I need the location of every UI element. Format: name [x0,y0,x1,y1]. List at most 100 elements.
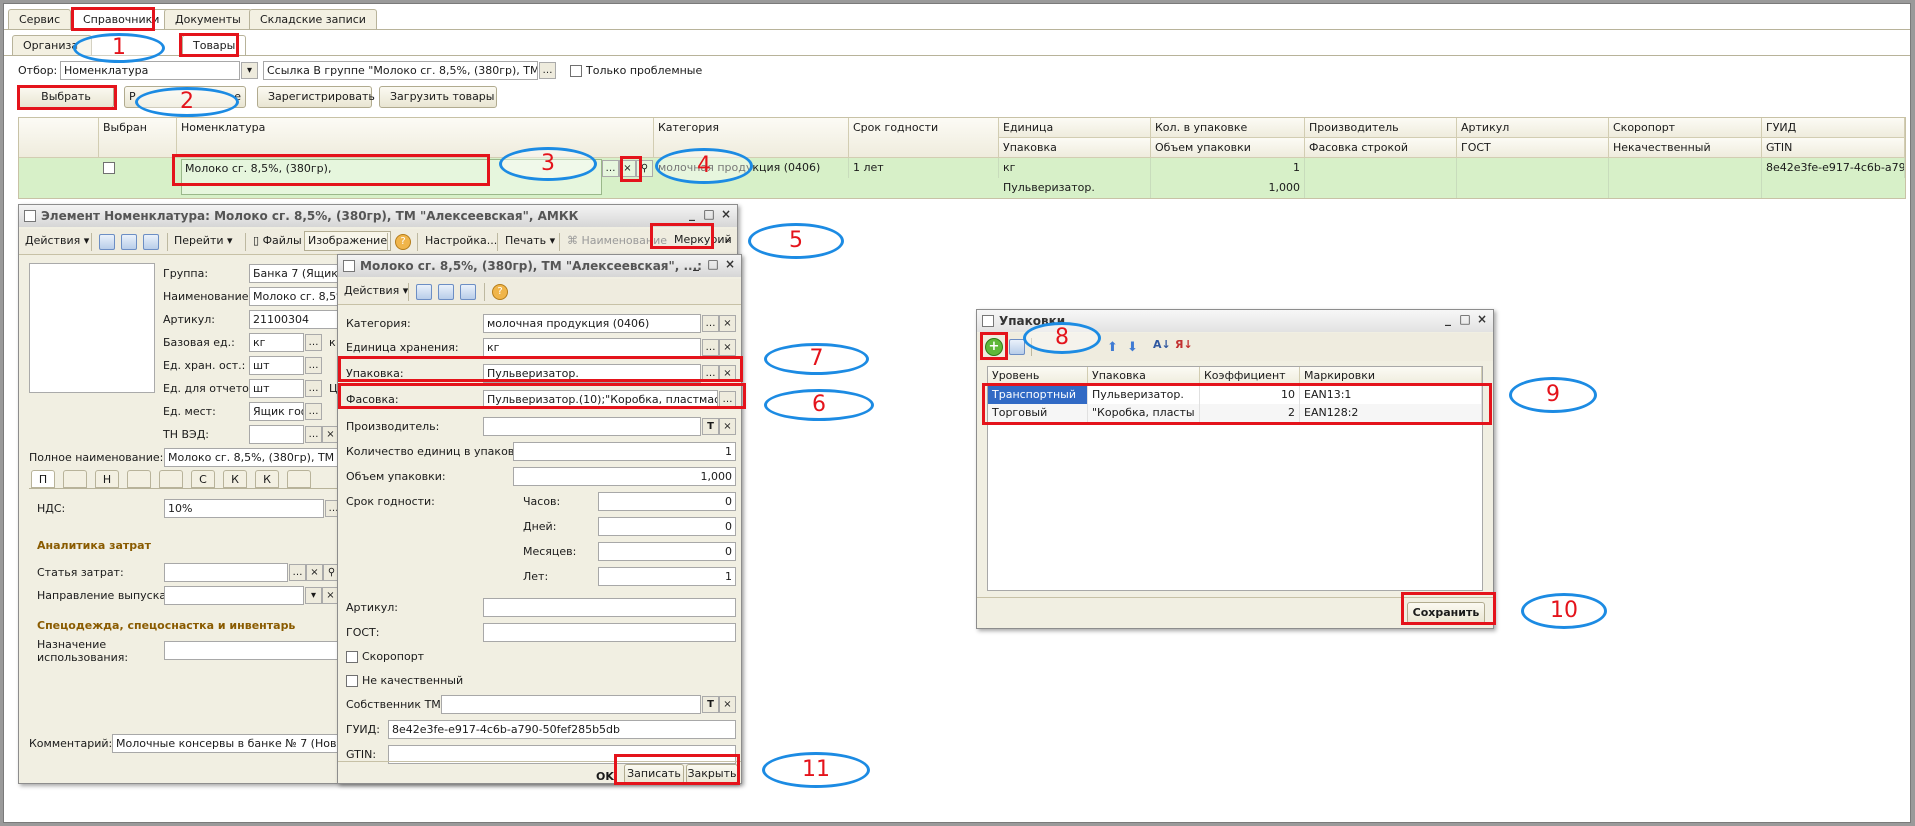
minimize-icon[interactable]: _ [685,208,699,222]
place-unit-field[interactable]: Ящик гоф [249,402,304,421]
qty-in-pack-field[interactable]: 1 [513,442,736,461]
arrow-down-icon[interactable]: ⬇ [1127,340,1138,355]
files-button[interactable]: ▯ Файлы [253,229,302,253]
save-icon[interactable] [416,284,432,300]
full-name-field[interactable]: Молоко сг. 8,5%, (380гр), ТМ "А [164,448,349,467]
tab-4[interactable] [127,470,151,488]
load-goods-button[interactable]: Загрузить товары [379,86,497,108]
arrow-up-icon[interactable]: ⬆ [1107,340,1118,355]
gost-field[interactable] [483,623,736,642]
sort-desc-icon[interactable]: Я↓ [1175,338,1193,351]
chevron-down-icon[interactable]: ▾ [305,587,322,604]
article-field[interactable] [483,598,736,617]
ok-button[interactable]: OK [596,770,614,783]
producer-field[interactable] [483,417,701,436]
ellipsis-icon[interactable]: … [702,315,719,332]
tab-5[interactable] [159,470,183,488]
tab-p[interactable]: П [31,470,55,488]
register-button[interactable]: Зарегистрировать [257,86,375,108]
guid-field[interactable]: 8e42e3fe-e917-4c6b-a790-50fef285b5db [388,720,736,739]
ellipsis-icon[interactable]: … [305,403,322,420]
release-dir-field[interactable] [164,586,304,605]
maximize-icon[interactable]: □ [702,208,716,222]
tab-documents[interactable]: Документы [164,9,252,29]
filter-type-select[interactable]: Номенклатура [60,61,240,80]
tab-warehouse-records[interactable]: Складские записи [249,9,377,29]
clear-icon[interactable]: × [719,418,736,435]
copy-icon[interactable] [460,284,476,300]
ellipsis-icon[interactable]: … [289,564,306,581]
months-field[interactable]: 0 [598,542,736,561]
tab-k1[interactable]: К [223,470,247,488]
image-preview[interactable] [29,263,155,393]
base-unit-field[interactable]: кг [249,333,304,352]
settings-button[interactable]: Настройка... [425,229,497,253]
comment-field[interactable]: Молочные консервы в банке № 7 (Новая) [112,734,347,753]
ellipsis-icon[interactable]: … [602,160,619,177]
ellipsis-icon[interactable]: … [305,334,322,351]
pack-volume-field[interactable]: 1,000 [513,467,736,486]
refresh-icon[interactable] [438,284,454,300]
report-unit-field[interactable]: шт [249,379,304,398]
clear-icon[interactable]: × [719,696,736,713]
ellipsis-icon[interactable]: … [539,62,556,79]
maximize-icon[interactable]: □ [1458,313,1472,327]
clear-icon[interactable]: × [719,339,736,356]
tab-service[interactable]: Сервис [8,9,72,29]
group-field[interactable]: Банка 7 (Ящик г [249,264,349,283]
only-problem-checkbox[interactable] [570,65,582,77]
tnved-field[interactable] [249,425,304,444]
defective-checkbox[interactable] [346,675,358,687]
close-icon[interactable]: × [1475,313,1489,327]
close-icon[interactable]: × [723,258,737,272]
save-icon[interactable] [99,234,115,250]
store-unit-field[interactable]: шт [249,356,304,375]
help-icon[interactable]: ? [492,284,508,300]
tab-9[interactable] [287,470,311,488]
tm-owner-field[interactable] [441,695,701,714]
refresh-icon[interactable] [121,234,137,250]
days-field[interactable]: 0 [598,517,736,536]
goto-menu[interactable]: Перейти ▾ [174,229,233,253]
tab-s[interactable]: С [191,470,215,488]
image-button[interactable]: Изображение [304,231,392,251]
minimize-icon[interactable]: _ [1441,313,1455,327]
filter-ref-field[interactable]: Ссылка В группе "Молоко сг. 8,5%, (380гр… [263,61,538,80]
ellipsis-icon[interactable]: … [305,426,322,443]
category-field[interactable]: молочная продукция (0406) [483,314,701,333]
years-field[interactable]: 1 [598,567,736,586]
tab-2[interactable] [63,470,87,488]
maximize-icon[interactable]: □ [706,258,720,272]
ellipsis-icon[interactable]: … [305,357,322,374]
text-icon[interactable]: T [702,696,719,713]
chevron-down-icon[interactable]: ▾ [241,62,258,79]
article-field[interactable]: 21100304 [249,310,349,329]
name-field[interactable]: Молоко сг. 8,5% [249,287,349,306]
actions-menu[interactable]: Действия ▾ [25,229,89,253]
tab-n[interactable]: Н [95,470,119,488]
perishable-checkbox[interactable] [346,651,358,663]
vat-field[interactable]: 10% [164,499,324,518]
hours-field[interactable]: 0 [598,492,736,511]
clear-icon[interactable]: × [719,315,736,332]
print-menu-label: Печать [505,234,547,247]
sort-asc-icon[interactable]: A↓ [1153,338,1171,351]
copy-icon[interactable] [1009,339,1025,355]
clear-icon[interactable]: × [306,564,323,581]
print-menu[interactable]: Печать ▾ [505,229,555,253]
more-icon[interactable]: » [725,229,731,253]
grid-header-perishable: Скоропорт [1609,118,1762,138]
minimize-icon[interactable]: _ [689,258,703,272]
text-icon[interactable]: T [702,418,719,435]
close-icon[interactable]: × [719,208,733,222]
copy-icon[interactable] [143,234,159,250]
cost-item-field[interactable] [164,563,288,582]
ellipsis-icon[interactable]: … [305,380,322,397]
tab-k2[interactable]: К [255,470,279,488]
row-selected-checkbox[interactable] [103,162,115,174]
purpose-field[interactable] [164,641,344,660]
help-icon[interactable]: ? [395,234,411,250]
store-unit-field[interactable]: кг [483,338,701,357]
actions-menu[interactable]: Действия ▾ [344,279,408,303]
ellipsis-icon[interactable]: … [702,339,719,356]
